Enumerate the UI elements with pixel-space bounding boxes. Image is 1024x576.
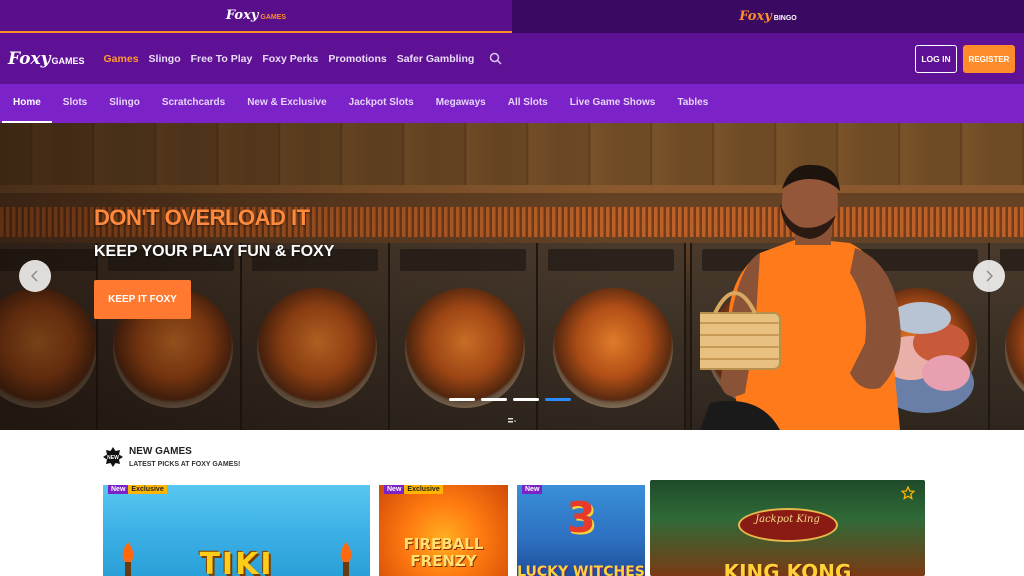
tab-slingo[interactable]: Slingo (98, 84, 151, 123)
game-tile-lucky-witches[interactable]: New 3 LUCKY WITCHES (517, 485, 645, 576)
game-title: TIKI (199, 547, 274, 576)
category-nav: Home Slots Slingo Scratchcards New & Exc… (0, 84, 1024, 123)
new-badge-icon: NEW (103, 447, 123, 467)
tab-all-slots[interactable]: All Slots (497, 84, 559, 123)
register-button[interactable]: REGISTER (963, 45, 1015, 73)
hero-man-image (700, 164, 901, 430)
carousel-dot[interactable] (481, 398, 507, 401)
login-button[interactable]: LOG IN (915, 45, 957, 73)
star-icon[interactable] (901, 486, 915, 500)
tab-live-game-shows[interactable]: Live Game Shows (559, 84, 667, 123)
tab-jackpot-slots[interactable]: Jackpot Slots (338, 84, 425, 123)
game-title: KING KONG (723, 560, 852, 576)
foxy-bingo-brand-logo: Foxy BINGO (739, 9, 797, 24)
game-tile-king-kong[interactable]: Jackpot King KING KONG (650, 480, 925, 576)
jackpot-king-badge: Jackpot King (737, 508, 838, 542)
nav-promotions[interactable]: Promotions (323, 53, 391, 65)
section-subtitle: LATEST PICKS AT FOXY GAMES! (129, 461, 241, 468)
carousel-prev-button[interactable] (19, 260, 51, 292)
nav-games[interactable]: Games (99, 53, 144, 65)
game-title: FIREBALL FRENZY (403, 535, 484, 570)
new-tag: New (522, 485, 543, 494)
tab-scratchcards[interactable]: Scratchcards (151, 84, 236, 123)
new-games-header: NEW NEW GAMES LATEST PICKS AT FOXY GAMES… (103, 446, 240, 468)
tile-tags: New Exclusive (384, 485, 443, 494)
tab-home[interactable]: Home (2, 84, 52, 123)
game-tile-tiki[interactable]: New Exclusive TIKI (103, 485, 370, 576)
chevron-left-icon (31, 270, 38, 282)
tile-tags: New Exclusive (108, 485, 167, 494)
section-title: NEW GAMES (129, 446, 192, 457)
carousel-pagination (449, 398, 571, 401)
site-logo[interactable]: FoxyGAMES (8, 49, 85, 69)
chevron-right-icon (986, 270, 993, 282)
game-title: LUCKY WITCHES (517, 564, 645, 576)
brand-tab-foxy-games[interactable]: Foxy GAMES (0, 0, 512, 33)
brand-tab-foxy-bingo[interactable]: Foxy BINGO (512, 0, 1024, 33)
tab-megaways[interactable]: Megaways (425, 84, 497, 123)
exclusive-tag: Exclusive (128, 485, 167, 494)
hero-carousel: DON'T OVERLOAD IT KEEP YOUR PLAY FUN & F… (0, 123, 1024, 430)
main-nav: Games Slingo Free To Play Foxy Perks Pro… (99, 53, 480, 65)
hero-subtitle: KEEP YOUR PLAY FUN & FOXY (94, 243, 335, 260)
hero-cta-button[interactable]: KEEP IT FOXY (94, 280, 191, 319)
scroll-indicator-icon (508, 418, 516, 423)
nav-foxy-perks[interactable]: Foxy Perks (257, 53, 323, 65)
main-header: FoxyGAMES Games Slingo Free To Play Foxy… (0, 33, 1024, 84)
carousel-dot-active[interactable] (545, 398, 571, 401)
game-number: 3 (566, 493, 596, 542)
brand-switcher: Foxy GAMES Foxy BINGO (0, 0, 1024, 33)
foxy-games-brand-logo: Foxy GAMES (225, 8, 287, 23)
exclusive-tag: Exclusive (404, 485, 443, 494)
nav-safer-gambling[interactable]: Safer Gambling (392, 53, 480, 65)
nav-slingo[interactable]: Slingo (144, 53, 186, 65)
tab-new-exclusive[interactable]: New & Exclusive (236, 84, 337, 123)
carousel-dot[interactable] (513, 398, 539, 401)
carousel-dot[interactable] (449, 398, 475, 401)
search-icon[interactable] (485, 49, 505, 69)
svg-text:NEW: NEW (107, 455, 119, 461)
nav-free-to-play[interactable]: Free To Play (186, 53, 258, 65)
tab-tables[interactable]: Tables (666, 84, 719, 123)
tile-tags: New (522, 485, 543, 494)
new-tag: New (384, 485, 405, 494)
auth-buttons: LOG IN REGISTER (915, 45, 1015, 73)
hero-title: DON'T OVERLOAD IT (94, 205, 310, 230)
game-tile-fireball-frenzy[interactable]: New Exclusive FIREBALL FRENZY (379, 485, 508, 576)
tab-slots[interactable]: Slots (52, 84, 98, 123)
carousel-next-button[interactable] (973, 260, 1005, 292)
new-tag: New (108, 485, 129, 494)
